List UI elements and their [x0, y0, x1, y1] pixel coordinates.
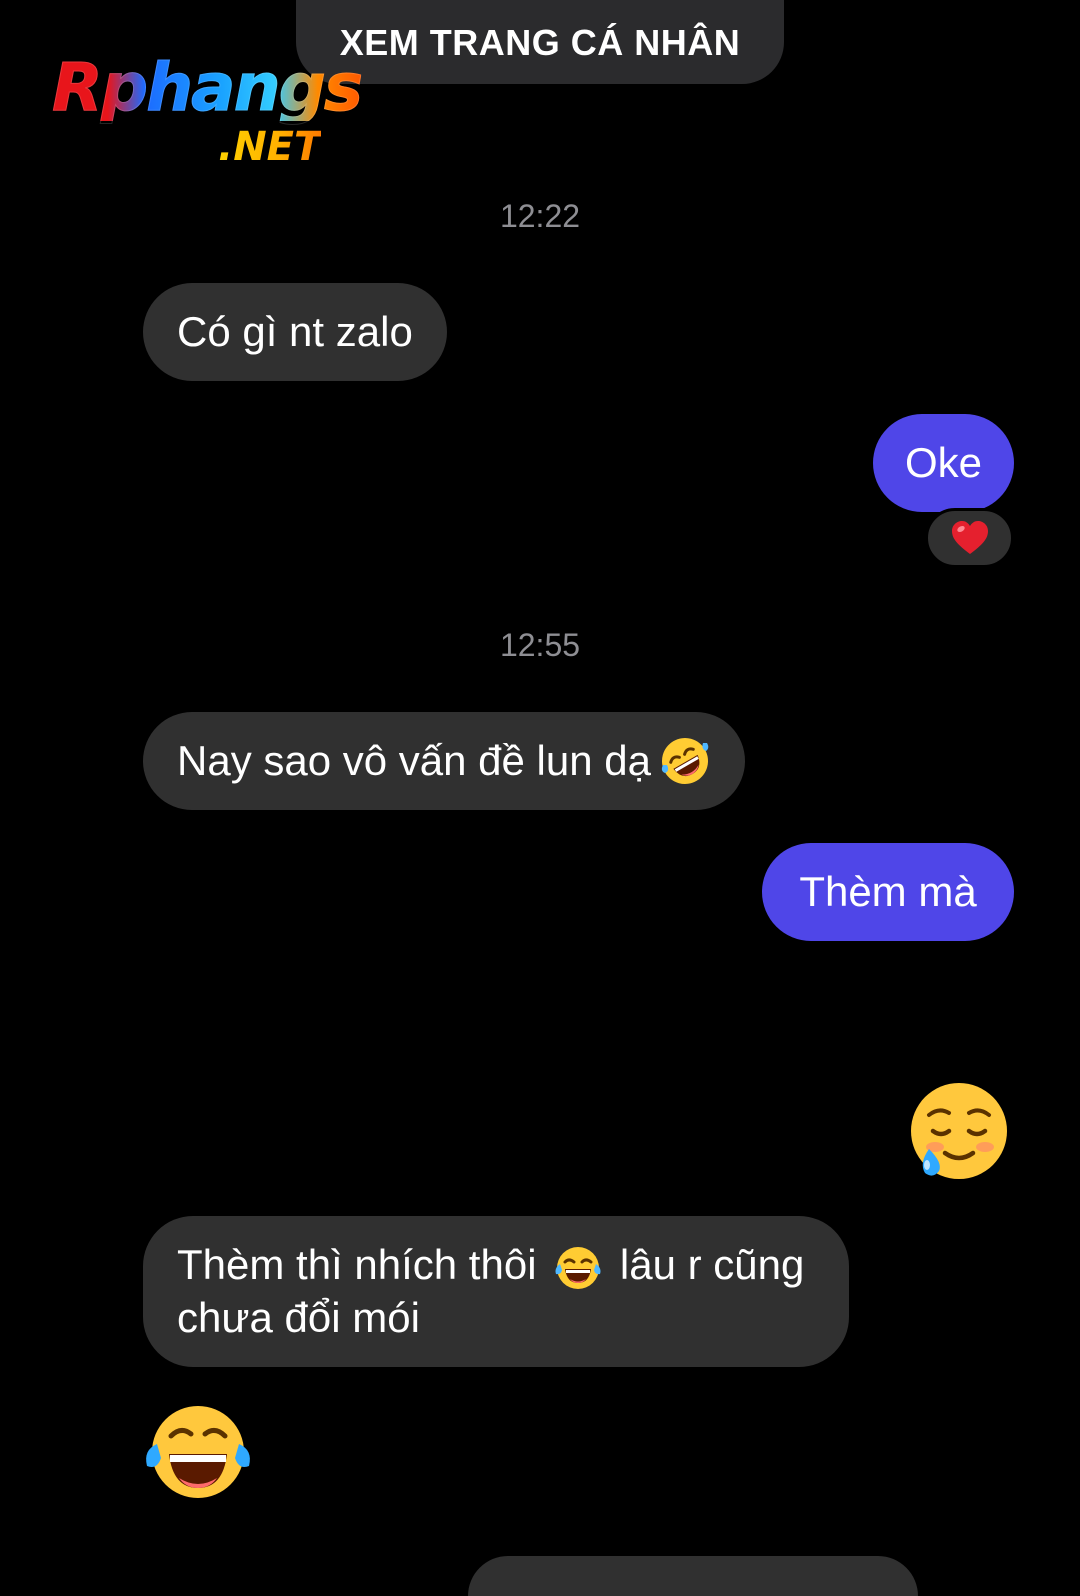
heart-icon: [951, 521, 988, 554]
timestamp: 12:55: [499, 627, 581, 663]
watermark-brand: Rphangs: [51, 49, 363, 126]
message-text: Thèm thì nhích thôi: [177, 1241, 537, 1289]
rolling-on-floor-laughing-icon: [661, 738, 709, 784]
view-profile-label: XEM TRANG CÁ NHÂN: [339, 22, 741, 63]
incoming-message[interactable]: Nay sao vô vấn đề lun dạ: [143, 712, 745, 810]
message-text: Có gì nt zalo: [177, 308, 413, 355]
message-text: Nay sao vô vấn đề lun dạ: [177, 737, 651, 784]
message-text: Thèm mà: [799, 868, 977, 915]
message-text: Oke: [904, 439, 983, 486]
tears-of-joy-icon: [555, 1246, 601, 1289]
outgoing-message[interactable]: Thèm mà: [762, 843, 1014, 941]
watermark-domain: .NET: [218, 124, 322, 170]
outgoing-message[interactable]: Oke: [873, 414, 1014, 512]
incoming-message[interactable]: Có gì nt zalo: [143, 283, 447, 381]
message-reaction[interactable]: [925, 508, 1014, 568]
watermark-logo: Rphangs .NET: [51, 49, 382, 180]
message-text: chưa đổi mói: [177, 1293, 420, 1341]
timestamp: 12:22: [499, 198, 581, 234]
smiling-face-with-tear-icon: [911, 1083, 1007, 1179]
sticker-message[interactable]: [905, 1081, 1009, 1185]
tears-of-joy-icon: [146, 1406, 250, 1498]
incoming-message[interactable]: Thèm thì nhích thôi lâu r cũng chưa đổi …: [143, 1216, 849, 1367]
message-text: lâu r cũng: [619, 1241, 805, 1289]
sticker-message[interactable]: [143, 1400, 253, 1504]
incoming-message-partial[interactable]: [468, 1556, 918, 1596]
